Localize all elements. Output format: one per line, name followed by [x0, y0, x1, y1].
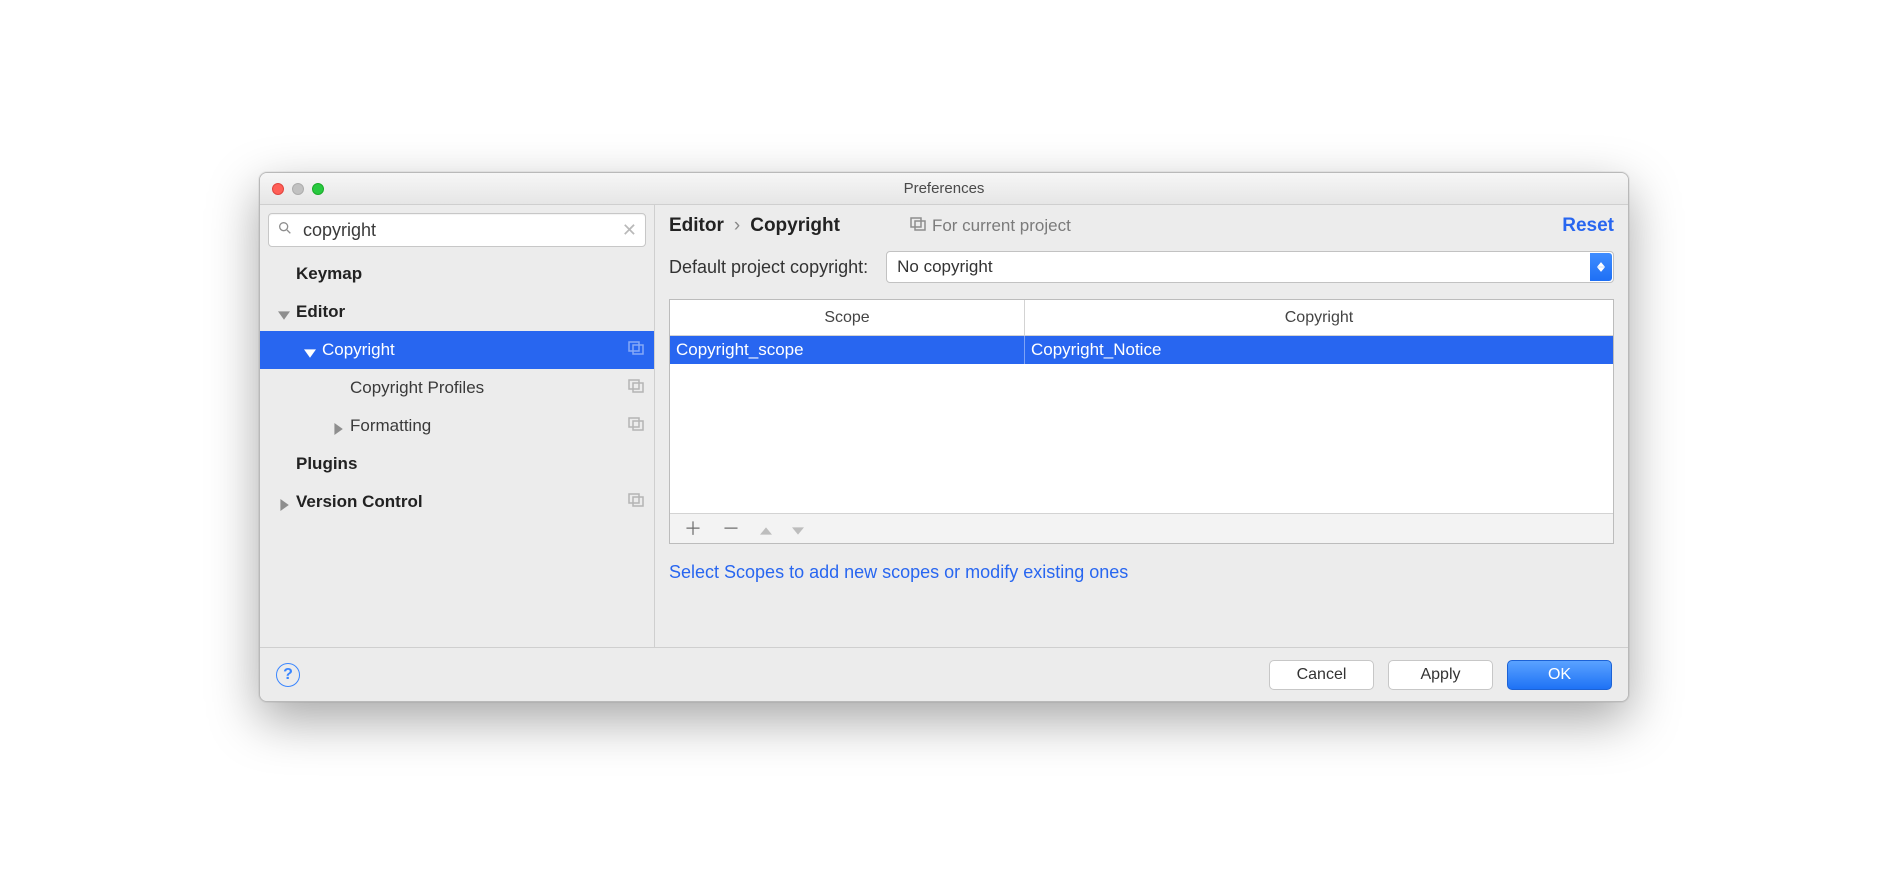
preferences-tree: Keymap Editor Copyright Copyright Profil…	[260, 251, 654, 647]
move-down-button[interactable]	[792, 520, 804, 538]
project-scope-hint: For current project	[910, 216, 1071, 236]
chevron-right-icon	[278, 496, 290, 508]
project-scope-icon	[628, 416, 644, 436]
breadcrumb: Editor › Copyright For current project R…	[669, 215, 1614, 237]
main-panel: Editor › Copyright For current project R…	[655, 205, 1628, 647]
table-toolbar: ＋ －	[670, 513, 1613, 543]
tree-item-copyright[interactable]: Copyright	[260, 331, 654, 369]
move-up-button[interactable]	[760, 520, 772, 538]
dialog-footer: ? Cancel Apply OK	[260, 647, 1628, 701]
add-button[interactable]: ＋	[684, 520, 702, 538]
cell-scope: Copyright_scope	[670, 336, 1025, 364]
tree-item-plugins[interactable]: Plugins	[260, 445, 654, 483]
chevron-down-icon	[278, 306, 290, 318]
sidebar: ✕ Keymap Editor Copyright Copyright Prof…	[260, 205, 655, 647]
copyright-scopes-table: Scope Copyright Copyright_scope Copyrigh…	[669, 299, 1614, 544]
search-input[interactable]	[303, 220, 622, 241]
window-title: Preferences	[260, 180, 1628, 197]
project-scope-icon	[910, 216, 926, 236]
column-header-copyright[interactable]: Copyright	[1025, 300, 1613, 335]
apply-button[interactable]: Apply	[1388, 660, 1493, 690]
select-stepper-icon	[1590, 253, 1612, 281]
tree-item-version-control[interactable]: Version Control	[260, 483, 654, 521]
tree-item-copyright-profiles[interactable]: Copyright Profiles	[260, 369, 654, 407]
project-scope-icon	[628, 492, 644, 512]
search-icon	[277, 220, 293, 241]
ok-button[interactable]: OK	[1507, 660, 1612, 690]
preferences-window: Preferences ✕ Keymap Editor	[259, 172, 1629, 702]
select-scopes-link[interactable]: Select Scopes to add new scopes or modif…	[669, 562, 1614, 583]
chevron-right-icon	[332, 420, 344, 432]
clear-search-icon[interactable]: ✕	[622, 220, 637, 241]
search-field[interactable]: ✕	[268, 213, 646, 247]
tree-item-keymap[interactable]: Keymap	[260, 255, 654, 293]
table-row[interactable]: Copyright_scope Copyright_Notice	[670, 336, 1613, 364]
default-copyright-label: Default project copyright:	[669, 257, 868, 278]
default-copyright-select[interactable]: No copyright	[886, 251, 1614, 283]
breadcrumb-separator: ›	[734, 215, 740, 237]
titlebar: Preferences	[260, 173, 1628, 205]
project-scope-icon	[628, 378, 644, 398]
cell-copyright: Copyright_Notice	[1025, 336, 1613, 364]
column-header-scope[interactable]: Scope	[670, 300, 1025, 335]
default-copyright-value: No copyright	[897, 257, 992, 277]
reset-button[interactable]: Reset	[1562, 215, 1614, 237]
help-button[interactable]: ?	[276, 663, 300, 687]
breadcrumb-leaf: Copyright	[750, 215, 840, 237]
chevron-down-icon	[304, 344, 316, 356]
tree-item-formatting[interactable]: Formatting	[260, 407, 654, 445]
project-scope-icon	[628, 340, 644, 360]
tree-item-editor[interactable]: Editor	[260, 293, 654, 331]
breadcrumb-root[interactable]: Editor	[669, 215, 724, 237]
remove-button[interactable]: －	[722, 520, 740, 538]
cancel-button[interactable]: Cancel	[1269, 660, 1374, 690]
